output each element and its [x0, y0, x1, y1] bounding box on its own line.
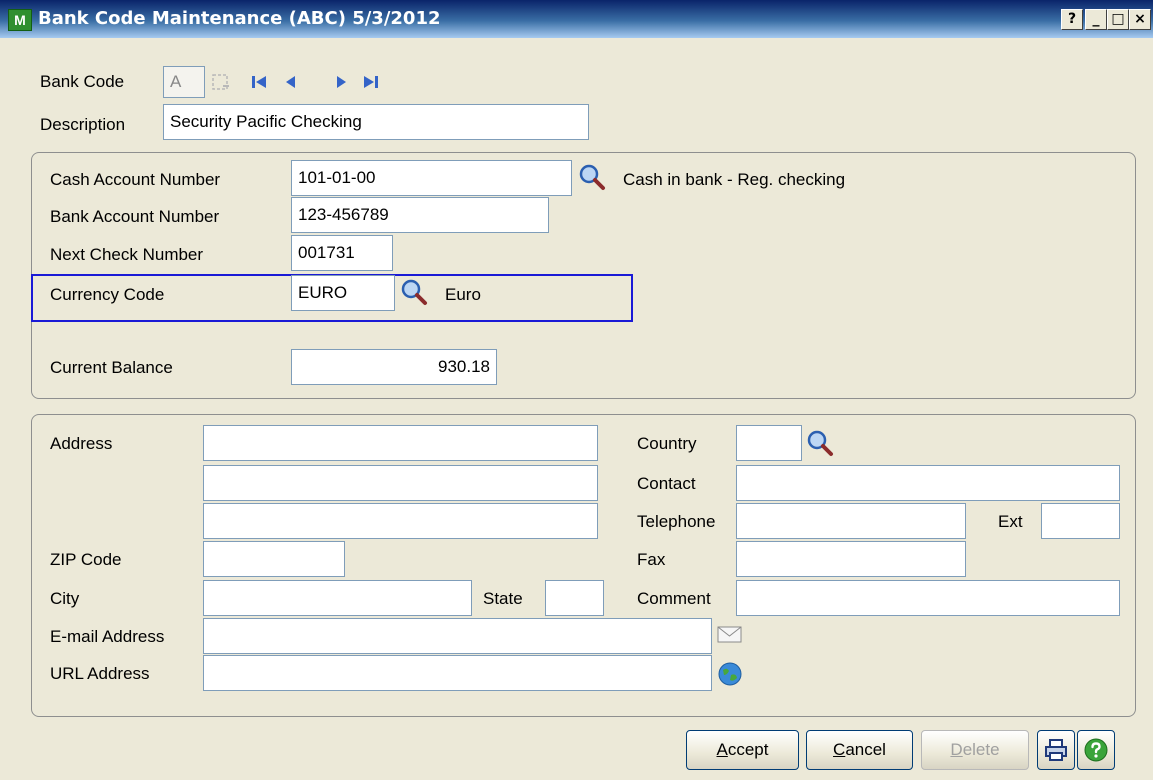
contact-label: Contact [637, 474, 696, 493]
help-button[interactable] [1077, 730, 1115, 770]
telephone-input[interactable] [736, 503, 966, 539]
description-label: Description [40, 115, 126, 134]
cancel-label: ancel [845, 740, 886, 759]
globe-icon[interactable] [717, 661, 743, 687]
close-button[interactable]: × [1129, 9, 1151, 30]
address-label: Address [50, 434, 113, 453]
city-label: City [50, 589, 80, 608]
delete-accelerator: D [950, 740, 963, 759]
bank-account-input[interactable]: 123-456789 [291, 197, 549, 233]
currency-description: Euro [445, 285, 481, 304]
state-label: State [483, 589, 523, 608]
next-record-icon[interactable] [330, 72, 352, 92]
address-line2-input[interactable] [203, 465, 598, 501]
telephone-label: Telephone [637, 512, 716, 531]
next-check-label: Next Check Number [50, 245, 204, 264]
help-title-button[interactable]: ? [1061, 9, 1083, 30]
accept-label: ccept [727, 740, 769, 759]
cash-account-lookup-icon[interactable] [578, 163, 606, 191]
cash-account-description: Cash in bank - Reg. checking [623, 170, 846, 189]
window-title: Bank Code Maintenance (ABC) 5/3/2012 [38, 8, 441, 29]
city-input[interactable] [203, 580, 472, 616]
delete-button[interactable]: Delete [921, 730, 1029, 770]
title-bar[interactable]: M Bank Code Maintenance (ABC) 5/3/2012 ?… [0, 0, 1153, 38]
bank-account-label: Bank Account Number [50, 207, 220, 226]
current-balance-label: Current Balance [50, 358, 173, 377]
url-address-input[interactable] [203, 655, 712, 691]
maximize-button[interactable]: □ [1107, 9, 1129, 30]
cancel-button[interactable]: Cancel [806, 730, 913, 770]
app-icon: M [8, 9, 32, 31]
bank-code-maintenance-window: M Bank Code Maintenance (ABC) 5/3/2012 ?… [0, 0, 1153, 780]
zip-code-label: ZIP Code [50, 550, 122, 569]
cash-account-label: Cash Account Number [50, 170, 221, 189]
address-line3-input[interactable] [203, 503, 598, 539]
url-address-label: URL Address [50, 664, 150, 683]
fax-label: Fax [637, 550, 666, 569]
cancel-accelerator: C [833, 740, 846, 759]
print-button[interactable] [1037, 730, 1075, 770]
currency-code-input[interactable]: EURO [291, 275, 395, 311]
delete-label: elete [962, 740, 1000, 759]
contact-input[interactable] [736, 465, 1120, 501]
fax-input[interactable] [736, 541, 966, 577]
ext-input[interactable] [1041, 503, 1120, 539]
country-lookup-icon[interactable] [806, 429, 834, 457]
next-check-input[interactable]: 001731 [291, 235, 393, 271]
currency-code-label: Currency Code [50, 285, 165, 304]
minimize-button[interactable]: _ [1085, 9, 1107, 30]
country-label: Country [637, 434, 697, 453]
address-line1-input[interactable] [203, 425, 598, 461]
current-balance-input[interactable]: 930.18 [291, 349, 497, 385]
email-address-label: E-mail Address [50, 627, 165, 646]
bank-code-input[interactable]: A [163, 66, 205, 98]
description-input[interactable]: Security Pacific Checking [163, 104, 589, 140]
state-input[interactable] [545, 580, 604, 616]
comment-label: Comment [637, 589, 711, 608]
comment-input[interactable] [736, 580, 1120, 616]
ext-label: Ext [998, 512, 1023, 531]
cash-account-input[interactable]: 101-01-00 [291, 160, 572, 196]
printer-icon [1045, 739, 1067, 761]
first-record-icon[interactable] [248, 72, 270, 92]
help-icon [1084, 738, 1108, 762]
country-input[interactable] [736, 425, 802, 461]
currency-lookup-icon[interactable] [400, 278, 428, 306]
accept-button[interactable]: Accept [686, 730, 799, 770]
zip-code-input[interactable] [203, 541, 345, 577]
accept-accelerator: A [716, 740, 728, 759]
last-record-icon[interactable] [360, 72, 382, 92]
bank-code-label: Bank Code [40, 72, 125, 91]
email-envelope-icon[interactable] [717, 625, 743, 645]
email-address-input[interactable] [203, 618, 712, 654]
lookup-list-icon[interactable] [211, 72, 233, 92]
previous-record-icon[interactable] [280, 72, 302, 92]
